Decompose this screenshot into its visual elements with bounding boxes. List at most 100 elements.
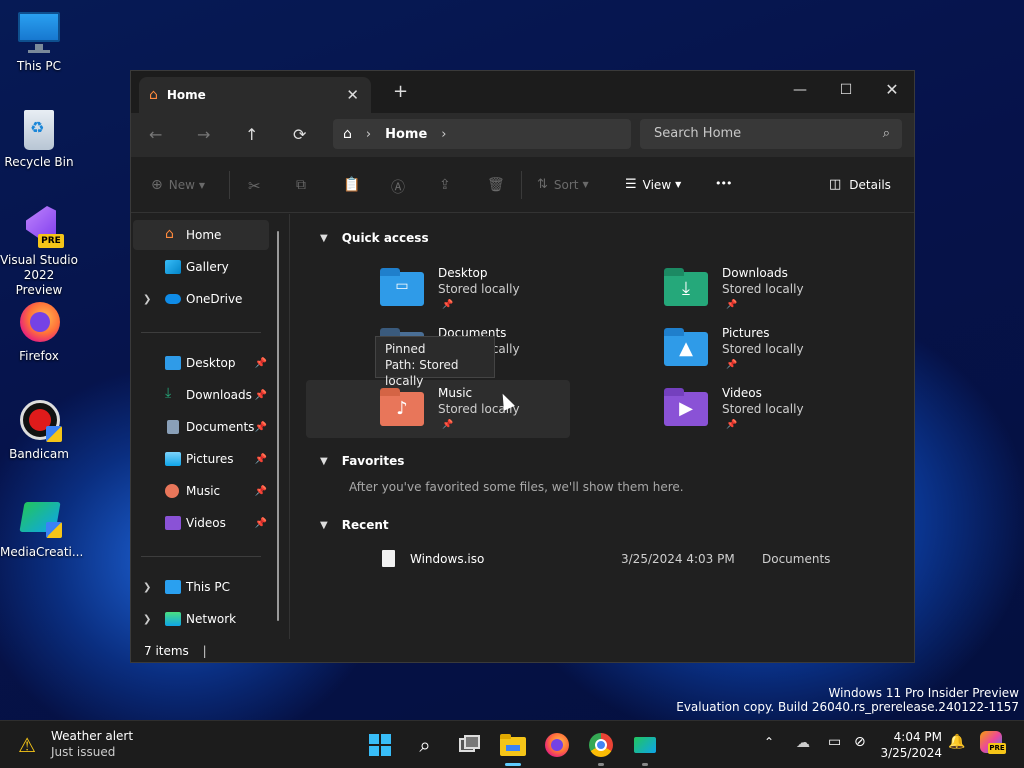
- file-explorer-taskbar-icon[interactable]: [500, 733, 526, 766]
- chevron-down-icon: ▼: [198, 180, 206, 190]
- gallery-icon: [165, 260, 181, 274]
- copy-icon[interactable]: ⧉: [296, 177, 306, 193]
- file-icon: [382, 550, 395, 567]
- chevron-down-icon: ▼: [675, 180, 682, 189]
- desktop-icon-media-creation[interactable]: MediaCreati...: [0, 496, 83, 560]
- sidebar-item-videos[interactable]: Videos 📌: [133, 508, 269, 538]
- chrome-taskbar-icon[interactable]: [588, 733, 614, 766]
- recent-header[interactable]: ▼ Recent: [320, 518, 389, 532]
- close-tab-button[interactable]: ✕: [346, 86, 359, 104]
- quick-access-header[interactable]: ▼ Quick access: [320, 231, 429, 245]
- sidebar-item-documents[interactable]: Documents 📌: [133, 412, 269, 442]
- content-pane: ▼ Quick access ▭ Desktop Stored locally …: [289, 214, 916, 639]
- desktop-icon-visual-studio[interactable]: PRE Visual Studio 2022 Preview: [0, 204, 78, 298]
- clock[interactable]: 4:04 PM 3/25/2024: [872, 729, 942, 761]
- onedrive-offline-icon[interactable]: ☁: [796, 735, 810, 751]
- maximize-button[interactable]: ☐: [823, 75, 869, 105]
- close-window-button[interactable]: ✕: [869, 75, 915, 105]
- desktop-icon-firefox[interactable]: Firefox: [0, 300, 78, 364]
- notification-bell-icon[interactable]: 🔔: [948, 734, 965, 750]
- view-button[interactable]: ☰ View ▼: [625, 177, 681, 192]
- refresh-button[interactable]: ⟳: [293, 125, 306, 144]
- recent-file-location: Documents: [762, 552, 831, 566]
- home-icon: ⌂: [343, 126, 352, 142]
- rename-icon[interactable]: Ⓐ: [391, 177, 405, 197]
- tab-title: Home: [166, 88, 206, 102]
- sidebar-item-network[interactable]: ❯ Network: [133, 604, 269, 634]
- weather-widget[interactable]: ⚠ Weather alert Just issued: [18, 729, 158, 761]
- sidebar-scrollbar[interactable]: [277, 231, 279, 621]
- firefox-taskbar-icon[interactable]: [544, 733, 570, 757]
- paste-icon[interactable]: 📋: [343, 177, 360, 193]
- sidebar-item-downloads[interactable]: ⤓ Downloads 📌: [133, 380, 269, 410]
- cut-icon[interactable]: ✂: [248, 177, 261, 195]
- chevron-right-icon[interactable]: ❯: [143, 582, 151, 593]
- document-icon: [167, 420, 179, 434]
- media-creation-taskbar-icon[interactable]: [632, 733, 658, 766]
- folder-tile-pictures[interactable]: ▲ Pictures Stored locally 📌: [590, 320, 854, 378]
- pin-icon: 📌: [254, 389, 267, 401]
- forward-button[interactable]: →: [197, 125, 210, 144]
- address-bar[interactable]: ⌂ › Home ›: [333, 119, 631, 149]
- network-disconnected-icon[interactable]: ⊘: [854, 734, 866, 750]
- desktop-icon-recycle-bin[interactable]: ♻ Recycle Bin: [0, 106, 78, 170]
- recent-file-name: Windows.iso: [410, 552, 485, 566]
- sort-button[interactable]: ⇅ Sort ▼: [537, 177, 589, 192]
- list-item[interactable]: Windows.iso 3/25/2024 4:03 PM Documents: [370, 548, 850, 570]
- folder-tile-desktop[interactable]: ▭ Desktop Stored locally 📌: [306, 260, 570, 318]
- desktop-icon-label: Visual Studio 2022 Preview: [0, 253, 78, 297]
- chevron-right-icon[interactable]: ❯: [143, 614, 151, 625]
- more-options-button[interactable]: •••: [715, 177, 732, 190]
- up-button[interactable]: ↑: [245, 125, 258, 144]
- bandicam-icon: [16, 398, 62, 444]
- minimize-button[interactable]: —: [777, 75, 823, 105]
- pin-icon: 📌: [254, 453, 267, 465]
- windows-start-icon[interactable]: [368, 733, 394, 757]
- chevron-right-icon[interactable]: ›: [441, 127, 446, 142]
- desktop-folder-icon: [165, 356, 181, 370]
- pin-icon: 📌: [442, 300, 454, 310]
- sidebar-item-gallery[interactable]: Gallery: [133, 252, 269, 282]
- firefox-icon: [16, 300, 62, 346]
- plus-circle-icon: ⊕: [151, 177, 163, 193]
- delete-icon[interactable]: 🗑: [487, 177, 505, 193]
- favorites-empty-text: After you've favorited some files, we'll…: [349, 480, 684, 494]
- chevron-down-icon: ▼: [582, 180, 589, 189]
- search-input[interactable]: Search Home ⌕: [640, 119, 902, 149]
- favorites-header[interactable]: ▼ Favorites: [320, 454, 404, 468]
- sidebar-item-this-pc[interactable]: ❯ This PC: [133, 572, 269, 602]
- details-button[interactable]: ◫ Details: [829, 177, 891, 192]
- sidebar-divider: [141, 556, 261, 557]
- desktop-icon-this-pc[interactable]: This PC: [0, 10, 78, 74]
- music-folder-icon: ♪: [380, 388, 424, 426]
- search-icon: ⌕: [882, 126, 890, 141]
- task-view-icon[interactable]: [456, 733, 482, 757]
- chevron-right-icon[interactable]: ❯: [143, 294, 151, 305]
- breadcrumb-home[interactable]: Home: [385, 127, 427, 142]
- folder-tile-downloads[interactable]: ⤓ Downloads Stored locally 📌: [590, 260, 854, 318]
- back-button[interactable]: ←: [149, 125, 162, 144]
- sidebar-item-home[interactable]: ⌂ Home: [133, 220, 269, 250]
- sidebar-divider: [141, 332, 261, 333]
- desktop-icon-label: Recycle Bin: [4, 155, 74, 169]
- sidebar-item-music[interactable]: Music 📌: [133, 476, 269, 506]
- new-button[interactable]: ⊕ New ▼: [151, 177, 205, 193]
- tab-home[interactable]: ⌂ Home ✕: [139, 77, 371, 113]
- sidebar-item-pictures[interactable]: Pictures 📌: [133, 444, 269, 474]
- divider: [521, 171, 522, 199]
- pin-icon: 📌: [726, 420, 738, 430]
- display-icon[interactable]: ▭: [828, 734, 841, 750]
- desktop-icon-bandicam[interactable]: Bandicam: [0, 398, 78, 462]
- download-icon: ⤓: [165, 385, 172, 401]
- home-icon: ⌂: [165, 226, 174, 242]
- status-divider: |: [202, 644, 207, 658]
- sidebar-item-desktop[interactable]: Desktop 📌: [133, 348, 269, 378]
- copilot-icon[interactable]: PRE: [980, 731, 1006, 757]
- sidebar-item-onedrive[interactable]: ❯ OneDrive: [133, 284, 269, 314]
- pin-icon: 📌: [254, 421, 267, 433]
- new-tab-button[interactable]: +: [393, 81, 408, 102]
- chevron-up-icon[interactable]: ⌃: [764, 735, 774, 749]
- folder-tile-videos[interactable]: ▶ Videos Stored locally 📌: [590, 380, 854, 438]
- search-icon[interactable]: ⌕: [412, 733, 438, 757]
- share-icon[interactable]: ⇪: [439, 177, 451, 193]
